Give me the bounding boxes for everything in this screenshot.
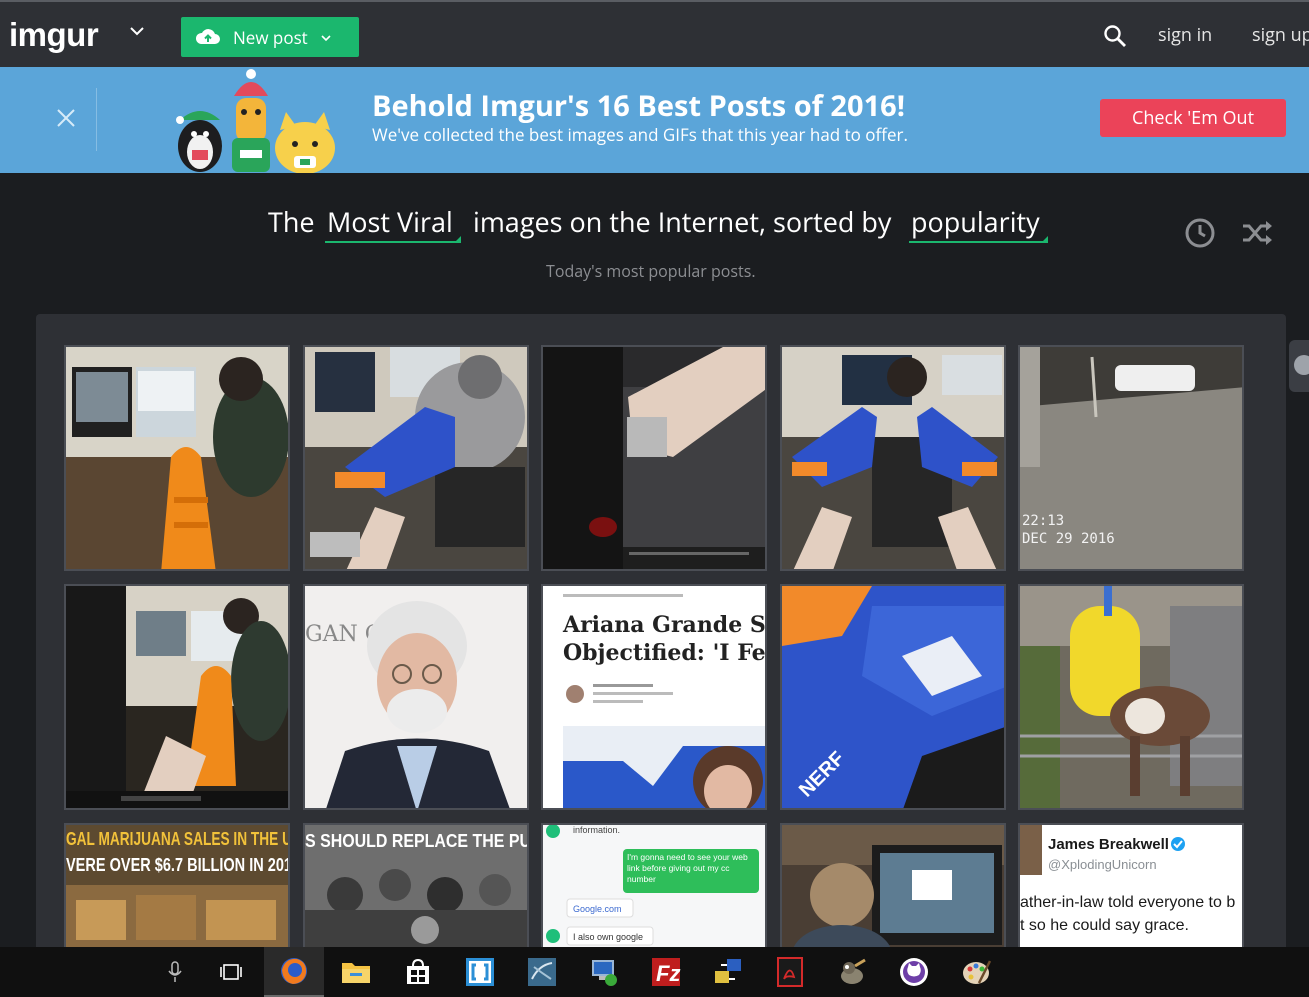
thumbnail-image	[66, 347, 288, 569]
chat-bubble-sent: I'm gonna need to see your web link befo…	[627, 852, 748, 884]
section-dropdown[interactable]: Most Viral	[327, 203, 453, 240]
sort-dropdown[interactable]: popularity	[911, 203, 1040, 240]
article-headline-1: Ariana Grande Sl	[562, 612, 767, 638]
search-icon[interactable]	[1103, 24, 1127, 48]
chat-link: Google.com	[573, 904, 622, 914]
firefox-icon[interactable]	[264, 947, 324, 997]
paint-icon[interactable]	[946, 947, 1006, 997]
task-view-icon[interactable]	[201, 947, 261, 997]
sort-underline	[909, 241, 1048, 243]
imgur-logo[interactable]: imgur	[9, 16, 99, 54]
filezilla-icon[interactable]: Fz	[636, 947, 696, 997]
gallery-thumbnail[interactable]	[1018, 584, 1244, 810]
clock-icon[interactable]	[1184, 217, 1216, 249]
thumbnail-image: GAL MARIJUANA SALES IN THE U VERE OVER $…	[66, 825, 290, 953]
svg-text:Fz: Fz	[656, 961, 680, 986]
new-post-button[interactable]: New post	[181, 17, 359, 57]
heading-middle: images on the Internet, sorted by	[473, 203, 892, 240]
gallery-thumbnail[interactable]	[64, 584, 290, 810]
gallery-thumbnail[interactable]	[64, 345, 290, 571]
section-underline	[325, 241, 461, 243]
timestamp-date: DEC 29 2016	[1022, 531, 1115, 547]
cloud-upload-icon	[195, 29, 220, 44]
github-icon[interactable]	[884, 947, 944, 997]
windows-taskbar: Fz	[0, 947, 1309, 997]
gallery-thumbnail[interactable]	[303, 345, 529, 571]
chevron-down-icon	[321, 35, 331, 42]
thumbnail-image	[543, 347, 765, 569]
transfer-icon[interactable]	[698, 947, 758, 997]
top-nav: imgur New post sign in sign up	[0, 0, 1309, 67]
meme-caption-2: VERE OVER $6.7 BILLION IN 201	[66, 855, 290, 875]
gallery-thumbnail[interactable]	[541, 345, 767, 571]
gimp-icon[interactable]	[822, 947, 882, 997]
chat-text: information.	[573, 825, 620, 835]
sign-up-link[interactable]: sign up	[1252, 23, 1309, 47]
thumbnail-image	[782, 347, 1004, 569]
thumbnail-image: S SHOULD REPLACE THE PU	[305, 825, 529, 953]
sql-icon[interactable]	[512, 947, 572, 997]
section-dropdown-indicator	[454, 236, 461, 243]
file-explorer-icon[interactable]	[326, 947, 386, 997]
sort-dropdown-indicator	[1041, 236, 1048, 243]
thumbnail-image: 22:13 DEC 29 2016	[1020, 347, 1242, 569]
thumbnail-image: information. I'm gonna need to see your …	[543, 825, 765, 953]
heading-prefix: The	[268, 203, 315, 240]
new-post-label: New post	[233, 25, 308, 49]
banner-subtitle: We've collected the best images and GIFs…	[372, 123, 908, 146]
thumbnail-image: Ariana Grande Sl Objectified: 'I Fel	[543, 586, 767, 808]
menu-icon[interactable]	[1294, 355, 1309, 375]
close-icon[interactable]	[56, 108, 76, 128]
holiday-mascots-illustration	[176, 69, 335, 173]
brackets-icon[interactable]	[450, 947, 510, 997]
chat-reply: I also own google	[573, 932, 643, 942]
timestamp-time: 22:13	[1022, 513, 1064, 529]
pdf-icon[interactable]	[760, 947, 820, 997]
tweet-text-1: ather-in-law told everyone to b	[1020, 894, 1235, 911]
meme-caption: S SHOULD REPLACE THE PU	[305, 831, 529, 851]
gallery-thumbnail[interactable]: S SHOULD REPLACE THE PU	[303, 823, 529, 953]
tagline: Today's most popular posts.	[546, 260, 756, 282]
gallery-thumbnail[interactable]: James Breakwell @XplodingUnicorn ather-i…	[1018, 823, 1244, 953]
banner-title: Behold Imgur's 16 Best Posts of 2016!	[372, 86, 906, 125]
gallery-thumbnail[interactable]	[780, 823, 1006, 953]
thumbnail-image: NERF	[782, 586, 1004, 808]
chevron-down-icon[interactable]	[128, 24, 146, 38]
tweet-handle: @XplodingUnicorn	[1048, 857, 1157, 872]
check-em-out-button[interactable]: Check 'Em Out	[1100, 99, 1286, 137]
thumbnail-image	[782, 825, 1004, 953]
gallery-thumbnail[interactable]: NERF	[780, 584, 1006, 810]
thumbnail-image	[305, 347, 527, 569]
store-icon[interactable]	[388, 947, 448, 997]
microphone-icon[interactable]	[145, 947, 205, 997]
gallery-thumbnail[interactable]: GAN C	[303, 584, 529, 810]
meme-caption-1: GAL MARIJUANA SALES IN THE U	[66, 829, 290, 849]
sign-in-link[interactable]: sign in	[1158, 23, 1212, 47]
thumbnail-image: James Breakwell @XplodingUnicorn ather-i…	[1020, 825, 1242, 953]
network-icon[interactable]	[574, 947, 634, 997]
shuffle-icon[interactable]	[1241, 221, 1273, 245]
tweet-author: James Breakwell	[1048, 836, 1169, 853]
gallery-thumbnail[interactable]: Ariana Grande Sl Objectified: 'I Fel	[541, 584, 767, 810]
tweet-text-2: t so he could say grace.	[1020, 917, 1189, 934]
thumbnail-image	[1020, 586, 1242, 808]
gallery-thumbnail[interactable]: information. I'm gonna need to see your …	[541, 823, 767, 953]
article-headline-2: Objectified: 'I Fel	[563, 640, 767, 666]
gallery-thumbnail[interactable]	[780, 345, 1006, 571]
thumbnail-image: GAN C	[305, 586, 527, 808]
gallery-thumbnail[interactable]: 22:13 DEC 29 2016	[1018, 345, 1244, 571]
gallery-thumbnail[interactable]: GAL MARIJUANA SALES IN THE U VERE OVER $…	[64, 823, 290, 953]
banner-divider	[96, 88, 97, 151]
thumbnail-image	[66, 586, 288, 808]
